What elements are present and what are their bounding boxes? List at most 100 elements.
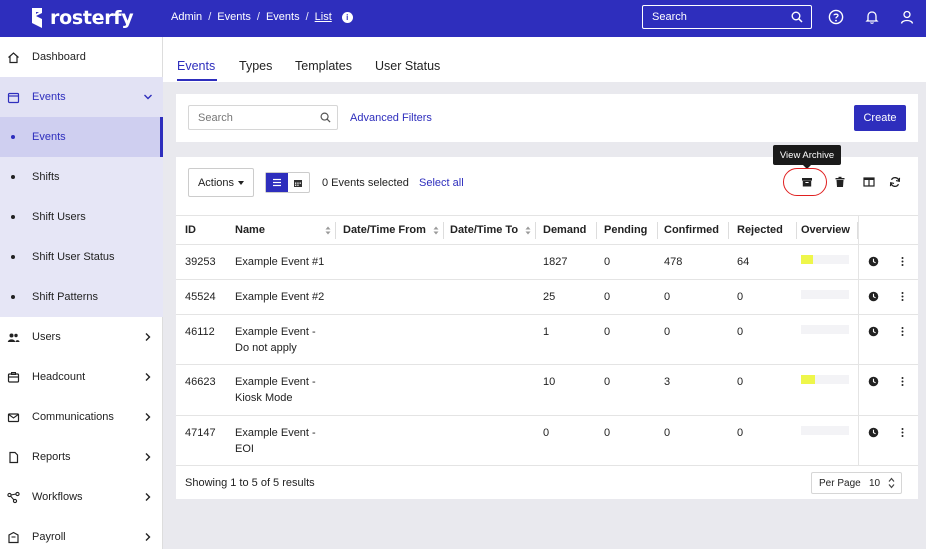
- sidebar-item-dashboard[interactable]: Dashboard: [0, 37, 163, 77]
- clock-icon[interactable]: [868, 427, 879, 438]
- events-search: [188, 105, 338, 130]
- select-all-link[interactable]: Select all: [419, 177, 464, 189]
- trash-icon[interactable]: [834, 176, 846, 188]
- cell-name[interactable]: Example Event - EOI: [235, 425, 316, 457]
- advanced-filters-link[interactable]: Advanced Filters: [350, 112, 432, 124]
- sidebar-item-headcount[interactable]: Headcount: [0, 357, 163, 397]
- table-row[interactable]: 45524 25 0 0 0 Example Event #2: [176, 280, 918, 315]
- chevron-right-icon[interactable]: [143, 372, 153, 382]
- sidebar-subitem-shift-patterns[interactable]: Shift Patterns: [0, 277, 163, 317]
- column-header-datetime-from[interactable]: Date/Time From: [343, 216, 443, 244]
- chevron-right-icon[interactable]: [143, 412, 153, 422]
- breadcrumb-admin[interactable]: Admin: [171, 11, 202, 23]
- calendar-icon: [294, 179, 303, 187]
- chevron-right-icon[interactable]: [143, 332, 153, 342]
- tab-types[interactable]: Types: [239, 59, 272, 73]
- per-page-value: 10: [869, 478, 881, 489]
- cell-name[interactable]: Example Event #1: [235, 254, 324, 270]
- refresh-icon[interactable]: [889, 176, 901, 188]
- cell-pending: 0: [604, 326, 611, 338]
- more-options-icon[interactable]: [897, 376, 908, 387]
- chevron-down-icon[interactable]: [143, 92, 153, 102]
- sidebar-subitem-events[interactable]: Events: [0, 117, 163, 157]
- clock-icon[interactable]: [868, 256, 879, 267]
- cell-name-line: EOI: [235, 443, 254, 455]
- sidebar-item-reports[interactable]: Reports: [0, 437, 163, 477]
- cell-demand: 1: [543, 326, 550, 338]
- cell-id: 46112: [185, 326, 215, 338]
- table-row[interactable]: 39253 1827 0 478 64 Example Event #1: [176, 245, 918, 280]
- calendar-view-button[interactable]: [288, 173, 310, 192]
- clock-icon[interactable]: [868, 376, 879, 387]
- cell-name[interactable]: Example Event - Kiosk Mode: [235, 374, 316, 406]
- filter-panel: Advanced Filters Create: [176, 94, 918, 142]
- column-header-confirmed[interactable]: Confirmed: [664, 216, 728, 244]
- chevron-right-icon[interactable]: [143, 532, 153, 542]
- cell-pending: 0: [604, 376, 611, 388]
- column-header-id[interactable]: ID: [185, 216, 227, 244]
- cell-name[interactable]: Example Event #2: [235, 289, 324, 305]
- help-icon[interactable]: [828, 9, 844, 25]
- workflow-icon: [7, 491, 20, 503]
- more-options-icon[interactable]: [897, 427, 908, 438]
- table-row[interactable]: 47147 0 0 0 0 Example Event - EOI: [176, 416, 918, 466]
- cell-name-line: Example Event #2: [235, 291, 325, 303]
- cell-confirmed: 0: [664, 291, 671, 303]
- sidebar-item-workflows[interactable]: Workflows: [0, 477, 163, 517]
- tab-events[interactable]: Events: [177, 59, 215, 73]
- sort-icon: [325, 226, 331, 235]
- breadcrumb-events-sub[interactable]: Events: [266, 11, 300, 23]
- actions-column-divider: [858, 215, 859, 465]
- tab-templates[interactable]: Templates: [295, 59, 352, 73]
- archive-icon[interactable]: [801, 176, 813, 188]
- sidebar-subitem-shift-user-status[interactable]: Shift User Status: [0, 237, 163, 277]
- info-icon[interactable]: i: [341, 11, 353, 23]
- sidebar-item-label: Headcount: [32, 371, 86, 383]
- events-search-input[interactable]: [189, 106, 337, 129]
- per-page-select[interactable]: Per Page 10: [811, 472, 902, 494]
- actions-dropdown-button[interactable]: Actions: [188, 168, 254, 197]
- sidebar-item-label: Events: [32, 91, 66, 103]
- notification-bell-icon[interactable]: [864, 9, 880, 25]
- chevron-right-icon[interactable]: [143, 452, 153, 462]
- column-header-datetime-to[interactable]: Date/Time To: [450, 216, 535, 244]
- table-row[interactable]: 46623 10 0 3 0 Example Event - Kiosk Mode: [176, 365, 918, 416]
- more-options-icon[interactable]: [897, 256, 908, 267]
- sidebar-item-label: Reports: [32, 451, 71, 463]
- column-header-pending[interactable]: Pending: [604, 216, 656, 244]
- global-search-input[interactable]: [643, 6, 811, 28]
- breadcrumb-events[interactable]: Events: [217, 11, 251, 23]
- create-button[interactable]: Create: [854, 105, 906, 131]
- caret-down-icon: [238, 180, 245, 185]
- cell-name[interactable]: Example Event - Do not apply: [235, 324, 316, 356]
- sidebar-subitem-shift-users[interactable]: Shift Users: [0, 197, 163, 237]
- cell-name-line: Do not apply: [235, 342, 297, 354]
- table-row[interactable]: 46112 1 0 0 0 Example Event - Do not apply: [176, 315, 918, 365]
- more-options-icon[interactable]: [897, 291, 908, 302]
- chevron-right-icon[interactable]: [143, 492, 153, 502]
- sidebar-item-communications[interactable]: Communications: [0, 397, 163, 437]
- column-header-demand[interactable]: Demand: [543, 216, 595, 244]
- breadcrumb-list[interactable]: List: [315, 11, 332, 23]
- more-options-icon[interactable]: [897, 326, 908, 337]
- column-header-name[interactable]: Name: [235, 216, 335, 244]
- cell-id: 39253: [185, 256, 216, 268]
- cell-id: 45524: [185, 291, 216, 303]
- list-view-button[interactable]: [266, 173, 288, 192]
- column-header-overview[interactable]: Overview: [801, 216, 856, 244]
- sidebar-item-payroll[interactable]: Payroll: [0, 517, 163, 549]
- sidebar-item-label: Shift Users: [32, 211, 86, 223]
- sidebar-item-events[interactable]: Events: [0, 77, 163, 117]
- clock-icon[interactable]: [868, 291, 879, 302]
- sidebar-subitem-shifts[interactable]: Shifts: [0, 157, 163, 197]
- tab-user-status[interactable]: User Status: [375, 59, 440, 73]
- search-icon[interactable]: [791, 11, 803, 23]
- column-header-rejected[interactable]: Rejected: [737, 216, 792, 244]
- user-profile-icon[interactable]: [899, 9, 915, 25]
- sidebar-item-users[interactable]: Users: [0, 317, 163, 357]
- users-icon: [7, 333, 20, 342]
- search-icon[interactable]: [320, 112, 331, 123]
- clock-icon[interactable]: [868, 326, 879, 337]
- columns-icon[interactable]: [863, 176, 875, 188]
- rosterfy-logo[interactable]: rosterfy: [30, 5, 134, 31]
